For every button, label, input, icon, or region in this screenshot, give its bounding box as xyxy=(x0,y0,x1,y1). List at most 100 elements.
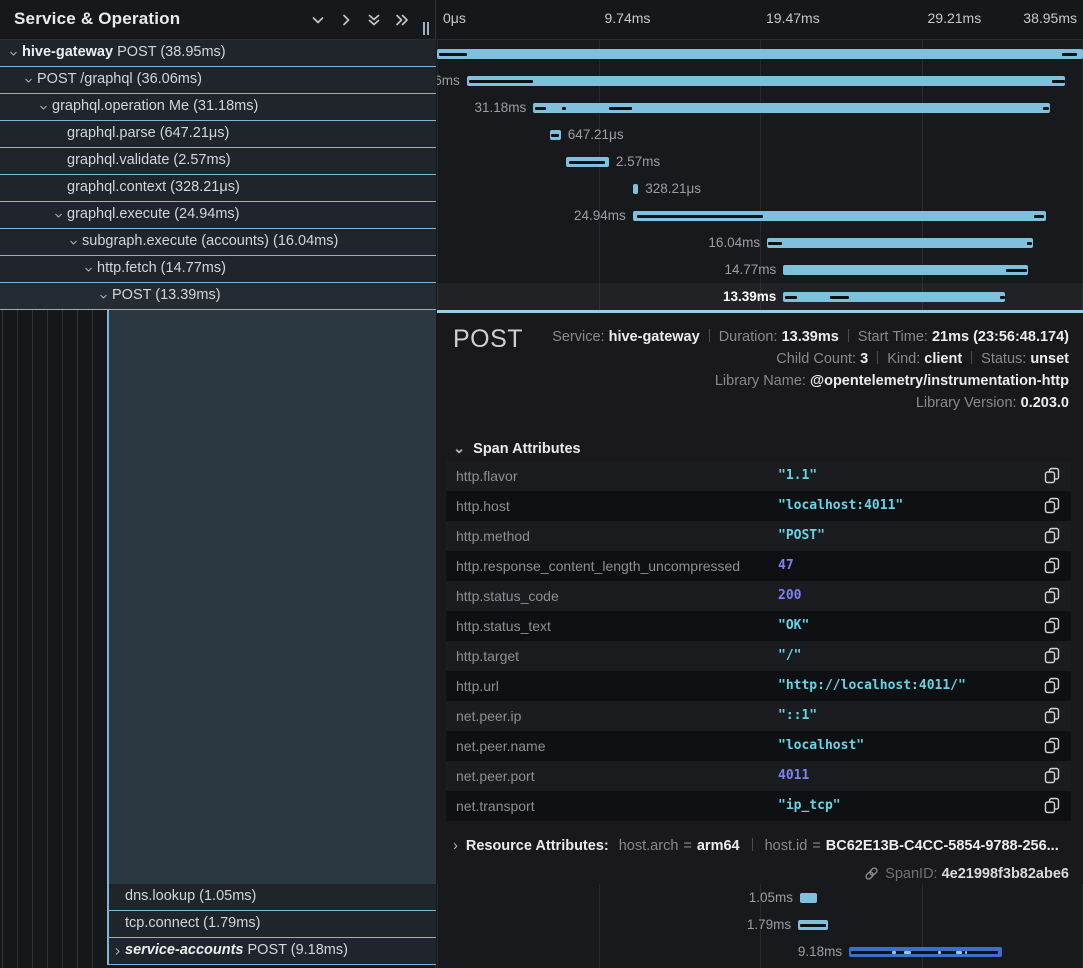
meta-label: Status: xyxy=(981,351,1030,367)
chevron-down-icon[interactable] xyxy=(68,237,79,248)
span-bar-mark xyxy=(938,951,941,954)
copy-icon[interactable] xyxy=(1044,497,1061,515)
copy-icon[interactable] xyxy=(1044,737,1061,755)
attribute-key: http.host xyxy=(456,498,510,514)
copy-icon[interactable] xyxy=(1044,707,1061,725)
chevron-right-icon[interactable] xyxy=(337,11,355,29)
span-bar[interactable] xyxy=(767,238,1033,248)
timeline-row: 14.77ms xyxy=(437,256,1083,283)
attribute-key: http.response_content_length_uncompresse… xyxy=(456,558,740,574)
meta-label: Duration: xyxy=(719,329,782,345)
attribute-key: http.target xyxy=(456,648,519,664)
span-label: service-accounts POST (9.18ms) xyxy=(125,942,348,958)
attribute-row-net.peer.port: net.peer.port4011 xyxy=(446,761,1071,791)
tree-row-post[interactable]: POST (13.39ms) xyxy=(0,283,436,310)
timeline-row: 647.21μs xyxy=(437,121,1083,148)
timeline-row: 328.21μs xyxy=(437,175,1083,202)
span-bar-mark xyxy=(785,296,797,299)
span-label: graphql.operation Me (31.18ms) xyxy=(52,98,258,114)
copy-icon[interactable] xyxy=(1044,797,1061,815)
attribute-key: http.url xyxy=(456,678,499,694)
chevron-down-icon[interactable] xyxy=(38,102,49,113)
span-id-row: SpanID: 4e21998f3b82abe6 xyxy=(864,866,1069,882)
span-bar[interactable] xyxy=(467,76,1065,86)
span-bar[interactable] xyxy=(437,49,1083,59)
span-label: dns.lookup (1.05ms) xyxy=(125,888,256,904)
span-duration-label: 647.21μs xyxy=(568,127,624,142)
copy-icon[interactable] xyxy=(1044,587,1061,605)
meta-value: 13.39ms xyxy=(782,329,839,345)
span-label: http.fetch (14.77ms) xyxy=(97,260,226,276)
tree-header-title: Service & Operation xyxy=(14,9,180,29)
timeline-row: 13.39ms xyxy=(437,283,1083,310)
link-icon[interactable] xyxy=(864,866,879,881)
resource-attributes-row[interactable]: ›Resource Attributes:host.arch=arm64host… xyxy=(453,838,1059,854)
tree-row-dns-lookup[interactable]: dns.lookup (1.05ms) xyxy=(108,884,436,911)
attribute-key: http.status_code xyxy=(456,588,559,604)
span-duration-label: 1.79ms xyxy=(747,917,791,932)
span-bar-mark xyxy=(637,215,763,218)
meta-label: Child Count: xyxy=(776,351,860,367)
copy-icon[interactable] xyxy=(1044,527,1061,545)
tree-row-subgraph-execute-accounts-[interactable]: subgraph.execute (accounts) (16.04ms) xyxy=(0,229,436,256)
chevron-down-icon[interactable] xyxy=(53,210,64,221)
attribute-row-http.target: http.target"/" xyxy=(446,641,1071,671)
span-attributes-table: http.flavor"1.1"http.host"localhost:4011… xyxy=(446,461,1071,821)
attribute-value: "localhost" xyxy=(778,738,864,753)
tree-row-http-fetch[interactable]: http.fetch (14.77ms) xyxy=(0,256,436,283)
span-label: graphql.context (328.21μs) xyxy=(67,179,240,195)
copy-icon[interactable] xyxy=(1044,617,1061,635)
chevron-down-icon[interactable] xyxy=(8,48,19,59)
trace-viewer: 0μs9.74ms19.47ms29.21ms38.95ms 38.95ms36… xyxy=(0,0,1083,968)
double-chevron-right-icon[interactable] xyxy=(393,11,411,29)
span-bar[interactable] xyxy=(633,184,638,194)
tree-row-graphql-execute[interactable]: graphql.execute (24.94ms) xyxy=(0,202,436,229)
meta-label: Start Time: xyxy=(858,329,932,345)
axis-tick-label: 19.47ms xyxy=(766,10,820,26)
span-duration-label: 14.77ms xyxy=(724,262,776,277)
span-attributes-header[interactable]: ⌄Span Attributes xyxy=(453,441,581,457)
tree-row-post[interactable]: service-accounts POST (9.18ms) xyxy=(108,938,436,965)
tree-row-post-graphql[interactable]: POST /graphql (36.06ms) xyxy=(0,67,436,94)
span-duration-label: 1.05ms xyxy=(749,890,793,905)
span-meta-line: Child Count: 3Kind: clientStatus: unset xyxy=(552,348,1069,370)
copy-icon[interactable] xyxy=(1044,557,1061,575)
tree-row-graphql-context[interactable]: graphql.context (328.21μs) xyxy=(0,175,436,202)
attribute-key: http.flavor xyxy=(456,468,517,484)
chevron-down-icon[interactable] xyxy=(83,264,94,275)
timeline-row: 24.94ms xyxy=(437,202,1083,229)
timeline-axis: 0μs9.74ms19.47ms29.21ms38.95ms xyxy=(437,0,1083,40)
chevron-right-icon[interactable] xyxy=(112,946,123,957)
copy-icon[interactable] xyxy=(1044,677,1061,695)
chevron-down-icon[interactable] xyxy=(309,11,327,29)
span-bar[interactable] xyxy=(783,265,1028,275)
tree-row-post[interactable]: hive-gateway POST (38.95ms) xyxy=(0,40,436,67)
chevron-down-icon[interactable] xyxy=(98,291,109,302)
span-bar-mark xyxy=(1052,80,1065,83)
copy-icon[interactable] xyxy=(1044,767,1061,785)
span-id-value[interactable]: 4e21998f3b82abe6 xyxy=(942,866,1069,882)
attribute-value: 200 xyxy=(778,588,801,603)
span-bar-mark xyxy=(1027,242,1032,245)
tree-row-tcp-connect[interactable]: tcp.connect (1.79ms) xyxy=(108,911,436,938)
copy-icon[interactable] xyxy=(1044,467,1061,485)
span-bar-mark xyxy=(904,951,910,954)
span-duration-label: 16.04ms xyxy=(708,235,760,250)
panel-splitter-handle[interactable] xyxy=(421,22,431,36)
resource-value: BC62E13B-C4CC-5854-9788-256... xyxy=(826,838,1059,854)
span-duration-label: 9.18ms xyxy=(798,944,842,959)
meta-divider xyxy=(709,329,710,342)
chevron-down-icon[interactable] xyxy=(23,75,34,86)
span-bar-mark xyxy=(1000,296,1005,299)
axis-tick-label: 29.21ms xyxy=(928,10,982,26)
tree-row-graphql-parse[interactable]: graphql.parse (647.21μs) xyxy=(0,121,436,148)
span-duration-label: 328.21μs xyxy=(645,181,701,196)
tree-row-graphql-operation-me[interactable]: graphql.operation Me (31.18ms) xyxy=(0,94,436,121)
timeline-panel: 0μs9.74ms19.47ms29.21ms38.95ms 38.95ms36… xyxy=(437,0,1083,968)
double-chevron-down-icon[interactable] xyxy=(365,11,383,29)
span-bar[interactable] xyxy=(783,292,1005,302)
span-label: hive-gateway POST (38.95ms) xyxy=(22,44,226,60)
copy-icon[interactable] xyxy=(1044,647,1061,665)
span-bar[interactable] xyxy=(800,893,817,903)
tree-row-graphql-validate[interactable]: graphql.validate (2.57ms) xyxy=(0,148,436,175)
